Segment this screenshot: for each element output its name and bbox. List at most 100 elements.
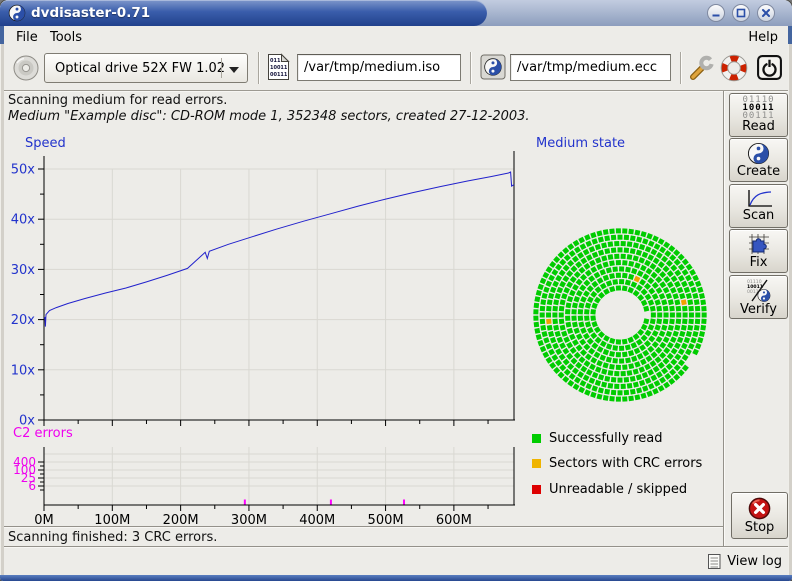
disc-sector-ok bbox=[674, 342, 681, 349]
stop-button[interactable]: Stop bbox=[731, 492, 788, 539]
disc-sector-ok bbox=[655, 347, 662, 354]
titlebar[interactable]: dvdisaster-0.71 bbox=[0, 0, 792, 26]
disc-sector-ok bbox=[640, 393, 646, 399]
drive-selector[interactable]: Optical drive 52X FW 1.02 bbox=[44, 53, 248, 83]
menu-file[interactable]: File bbox=[12, 29, 42, 46]
disc-sector-ok bbox=[663, 276, 670, 283]
disc-sector-ok bbox=[684, 287, 690, 293]
disc-sector-ok bbox=[631, 342, 638, 349]
disc-sector-ok bbox=[560, 325, 566, 331]
disc-sector-ok bbox=[594, 351, 601, 358]
disc-sector-ok bbox=[590, 357, 597, 364]
disc-sector-ok bbox=[590, 315, 596, 321]
medium-state-disc bbox=[525, 219, 717, 411]
disc-sector-ok bbox=[609, 364, 615, 370]
iso-path-input[interactable] bbox=[297, 54, 461, 81]
disc-sector-ok bbox=[627, 370, 633, 376]
menu-help[interactable]: Help bbox=[744, 29, 782, 46]
legend-swatch-unreadable bbox=[532, 485, 541, 494]
disc-sector-ok bbox=[609, 286, 615, 292]
preferences-wrench-icon[interactable] bbox=[688, 53, 716, 83]
disc-sector-ok bbox=[590, 309, 596, 315]
disc-sector-ok bbox=[603, 262, 609, 268]
view-log-button[interactable]: View log bbox=[707, 553, 782, 570]
ecc-path-input[interactable] bbox=[510, 54, 671, 81]
minimize-button[interactable] bbox=[707, 4, 725, 22]
disc-sector-ok bbox=[637, 353, 644, 360]
disc-sector-ok bbox=[572, 302, 578, 308]
toolbar-separator bbox=[680, 52, 682, 84]
disc-sector-ok bbox=[611, 235, 616, 240]
disc-sector-ok bbox=[559, 364, 566, 371]
disc-sector-ok bbox=[652, 388, 659, 395]
disc-sector-ok bbox=[572, 284, 579, 291]
disc-sector-ok bbox=[559, 313, 564, 318]
disc-sector-ok bbox=[688, 343, 695, 350]
disc-sector-ok bbox=[540, 299, 546, 305]
disc-sector-ok bbox=[674, 325, 680, 331]
menu-tools[interactable]: Tools bbox=[46, 29, 86, 46]
drive-selector-value: Optical drive 52X FW 1.02 bbox=[55, 61, 225, 76]
disc-sector-ok bbox=[658, 238, 665, 245]
disc-sector-ok bbox=[559, 319, 565, 325]
quit-power-icon[interactable] bbox=[756, 54, 783, 81]
disc-sector-ok bbox=[570, 265, 577, 272]
disc-sector-ok bbox=[578, 267, 585, 274]
fix-button[interactable]: Fix bbox=[729, 229, 788, 273]
disc-sector-ok bbox=[608, 254, 614, 260]
disc-sector-ok bbox=[636, 284, 643, 291]
disc-sector-ok bbox=[630, 235, 636, 241]
disc-sector-ok bbox=[642, 273, 649, 280]
disc-sector-ok bbox=[575, 362, 582, 369]
disc-sector-ok bbox=[695, 343, 701, 349]
create-button[interactable]: Create bbox=[729, 138, 788, 182]
disc-sector-ok bbox=[566, 322, 572, 328]
disc-sector-ok bbox=[563, 287, 570, 294]
read-button[interactable]: 01110 10011 00111 Read bbox=[729, 93, 788, 137]
verify-button[interactable]: 01110 10011 00111 Verify bbox=[729, 275, 788, 319]
maximize-button[interactable] bbox=[732, 4, 750, 22]
disc-sector-ok bbox=[573, 383, 580, 390]
disc-sector-ok bbox=[677, 287, 684, 294]
disc-sector-ok bbox=[584, 389, 591, 396]
disc-sector-ok bbox=[695, 319, 700, 324]
disc-sector-ok bbox=[640, 359, 647, 366]
disc-sector-ok bbox=[667, 281, 674, 288]
disc-sector-ok bbox=[547, 325, 553, 331]
disc-sector-ok bbox=[595, 244, 601, 250]
close-button[interactable] bbox=[757, 4, 775, 22]
disc-sector-ok bbox=[603, 288, 610, 295]
disc-sector-ok bbox=[595, 380, 601, 386]
disc-sector-ok bbox=[627, 383, 633, 389]
scan-button[interactable]: Scan bbox=[729, 184, 788, 228]
disc-sector-ok bbox=[549, 362, 556, 369]
disc-sector-ok bbox=[700, 299, 706, 305]
disc-sector-ok bbox=[589, 246, 596, 253]
disc-sector-ok bbox=[686, 264, 693, 271]
disc-sector-ok bbox=[622, 339, 628, 345]
disc-sector-ok bbox=[621, 384, 626, 389]
disc-sector-ok bbox=[567, 260, 574, 267]
disc-sector-ok bbox=[591, 342, 598, 349]
disc-sector-ok bbox=[679, 293, 685, 299]
disc-sector-ok bbox=[619, 346, 624, 351]
disc-sector-ok bbox=[575, 261, 582, 268]
disc-sector-ok bbox=[587, 327, 594, 334]
disc-sector-ok bbox=[642, 350, 649, 357]
disc-sector-ok bbox=[670, 264, 677, 271]
disc-sector-ok bbox=[555, 359, 562, 366]
help-lifebuoy-icon[interactable] bbox=[720, 54, 748, 82]
disc-sector-ok bbox=[585, 270, 592, 277]
disc-sector-ok bbox=[548, 331, 554, 337]
disc-sector-ok bbox=[648, 324, 655, 331]
speed-chart: 0x10x20x30x40x50x bbox=[0, 130, 525, 430]
disc-sector-ok bbox=[669, 306, 675, 312]
disc-sector-ok bbox=[542, 272, 549, 279]
disc-sector-ok bbox=[600, 340, 607, 347]
disc-sector-ok bbox=[648, 240, 655, 247]
disc-sector-ok bbox=[636, 339, 643, 346]
disc-sector-ok bbox=[533, 316, 538, 321]
disc-sector-ok bbox=[621, 241, 626, 246]
disc-sector-ok bbox=[634, 394, 640, 400]
disc-sector-ok bbox=[614, 384, 619, 389]
